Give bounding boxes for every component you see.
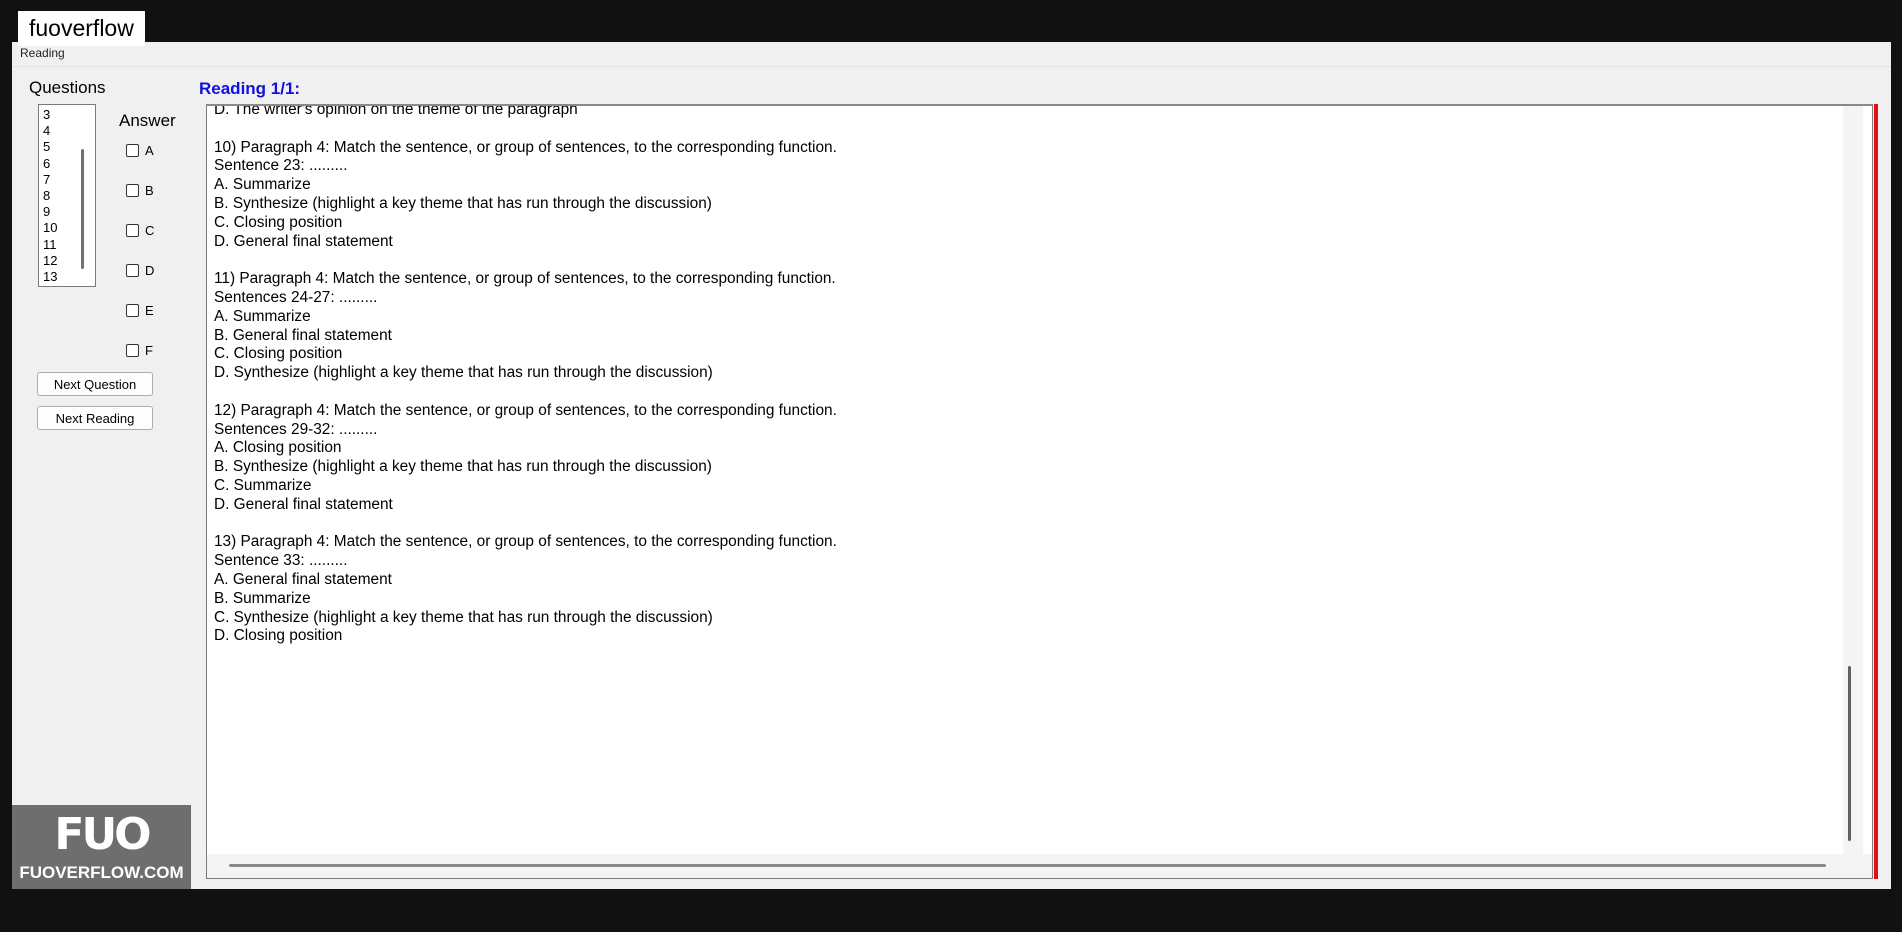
answer-checkbox[interactable] [126, 264, 139, 277]
reading-line: D. Closing position [214, 627, 343, 645]
answer-checkbox[interactable] [126, 224, 139, 237]
answer-option-label: C [145, 223, 155, 238]
answer-option-b[interactable]: B [126, 183, 154, 198]
answer-checkbox[interactable] [126, 144, 139, 157]
reading-line: A. General final statement [214, 570, 392, 588]
reading-line: A. Summarize [214, 307, 311, 325]
question-list-item[interactable]: 13 [43, 269, 95, 285]
tab-reading[interactable]: Reading [20, 46, 65, 60]
reading-line: C. Synthesize (highlight a key theme tha… [214, 608, 713, 626]
tab-strip: Reading [12, 42, 1891, 67]
answer-label: Answer [119, 111, 176, 130]
watermark-label: fuoverflow [18, 11, 145, 46]
question-list-item[interactable]: 7 [43, 172, 95, 188]
red-accent-bar [1874, 104, 1878, 879]
answer-option-label: F [145, 343, 153, 358]
horizontal-scrollbar-thumb[interactable] [229, 864, 1826, 867]
reading-line: Sentences 24-27: ......... [214, 288, 378, 306]
question-list-scrollbar[interactable] [81, 149, 84, 269]
question-list-item[interactable]: 5 [43, 139, 95, 155]
question-list-item[interactable]: 6 [43, 156, 95, 172]
next-reading-button[interactable]: Next Reading [37, 406, 153, 430]
reading-line: B. Summarize [214, 589, 311, 607]
reading-line: Sentence 33: ......... [214, 552, 348, 570]
reading-line: Sentences 29-32: ......... [214, 420, 378, 438]
question-list-item[interactable]: 11 [43, 237, 95, 253]
answer-option-label: B [145, 183, 154, 198]
vertical-scrollbar-thumb[interactable] [1848, 666, 1851, 841]
answer-checkbox[interactable] [126, 184, 139, 197]
question-list-item[interactable]: 8 [43, 188, 95, 204]
answer-option-f[interactable]: F [126, 343, 153, 358]
answer-option-d[interactable]: D [126, 263, 154, 278]
answer-option-label: E [145, 303, 154, 318]
question-list-item[interactable]: 9 [43, 204, 95, 220]
reading-line: B. Synthesize (highlight a key theme tha… [214, 194, 712, 212]
questions-label: Questions [29, 78, 106, 97]
reading-line: C. Closing position [214, 213, 343, 231]
question-list-item[interactable]: 10 [43, 220, 95, 236]
answer-option-label: A [145, 143, 154, 158]
answer-option-c[interactable]: C [126, 223, 154, 238]
question-list[interactable]: 3 4 5 6 7 8 9 10 11 12 13 [38, 104, 96, 287]
reading-line: A. Closing position [214, 439, 342, 457]
question-list-item[interactable]: 12 [43, 253, 95, 269]
reading-line: 13) Paragraph 4: Match the sentence, or … [214, 533, 837, 551]
reading-line: C. Closing position [214, 345, 343, 363]
reading-line: 10) Paragraph 4: Match the sentence, or … [214, 138, 837, 156]
answer-checkbox[interactable] [126, 344, 139, 357]
reading-text: D. The writer's opinion on the theme of … [214, 104, 837, 646]
reading-line: D. The writer's opinion on the theme of … [214, 104, 578, 118]
reading-line: B. General final statement [214, 326, 392, 344]
reading-line: 12) Paragraph 4: Match the sentence, or … [214, 401, 837, 419]
reading-text-panel[interactable]: D. The writer's opinion on the theme of … [206, 104, 1873, 879]
question-list-item[interactable]: 4 [43, 123, 95, 139]
next-question-button[interactable]: Next Question [37, 372, 153, 396]
logo-text: FUOVERFLOW.COM [19, 863, 184, 882]
reading-line: 11) Paragraph 4: Match the sentence, or … [214, 270, 836, 288]
answer-option-e[interactable]: E [126, 303, 154, 318]
answer-option-a[interactable]: A [126, 143, 154, 158]
reading-line: Sentence 23: ......... [214, 157, 348, 175]
reading-line: C. Summarize [214, 476, 312, 494]
vertical-scrollbar-track[interactable] [1843, 106, 1863, 878]
answer-option-label: D [145, 263, 155, 278]
reading-line: D. General final statement [214, 495, 393, 513]
reading-line: D. Synthesize (highlight a key theme tha… [214, 364, 713, 382]
question-list-item[interactable]: 3 [43, 107, 95, 123]
reading-line: B. Synthesize (highlight a key theme tha… [214, 458, 712, 476]
answer-checkbox[interactable] [126, 304, 139, 317]
logo-mark: FUO [54, 809, 151, 860]
reading-line: D. General final statement [214, 232, 393, 250]
app-window: Reading Questions 3 4 5 6 7 8 9 10 11 12 13 Answer… [12, 42, 1891, 889]
reading-line: A. Summarize [214, 176, 311, 194]
fuo-logo: FUO FUOVERFLOW.COM [12, 805, 191, 889]
reading-title: Reading 1/1: [199, 79, 301, 98]
